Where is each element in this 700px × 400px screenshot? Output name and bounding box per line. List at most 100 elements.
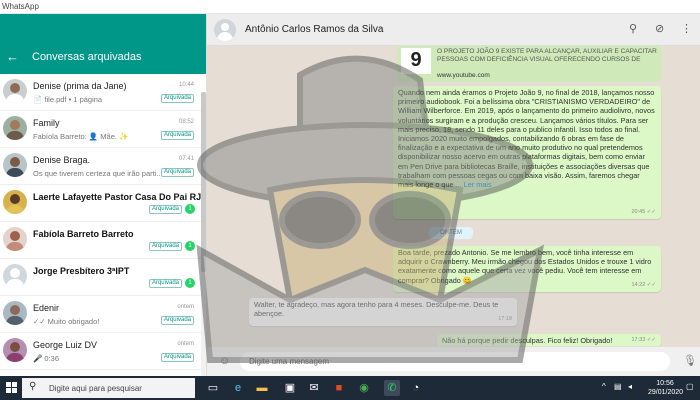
clock-date: 29/01/2020 xyxy=(648,389,684,396)
menu-dots-icon[interactable]: ⋮ xyxy=(681,22,692,35)
chat-item[interactable]: Denise (prima da Jane) 📄 file.pdf • 1 pá… xyxy=(0,74,206,111)
chat-name: Jorge Presbítero 3ªIPT xyxy=(33,266,130,276)
windows-taskbar: ⚲ Digite aqui para pesquisar ▭ e ▬ ▣ ✉ ■… xyxy=(0,376,700,400)
scrollbar-thumb[interactable] xyxy=(201,92,206,272)
message-time: 14:22 ✓✓ xyxy=(631,281,656,288)
chat-name: George Luiz DV xyxy=(33,340,98,350)
emoji-icon[interactable]: ☺ xyxy=(219,355,230,367)
search-icon[interactable]: ⚲ xyxy=(629,22,637,35)
edge-icon[interactable]: e xyxy=(230,380,246,396)
archived-badge: Arquivada xyxy=(160,168,194,177)
unread-count-badge: 1 xyxy=(185,241,195,251)
avatar xyxy=(3,79,27,103)
chat-name: Denise Braga. xyxy=(33,155,91,165)
chat-item[interactable]: Family Fabíola Barreto: 👤 Mãe. ✨ 08:52 A… xyxy=(0,111,206,148)
avatar xyxy=(3,153,27,177)
clock-app-icon[interactable]: ◔ xyxy=(408,380,424,396)
whatsapp-icon[interactable]: ✆ xyxy=(384,380,400,396)
message-bubble-outgoing[interactable]: Não há porque pedir desculpas. Fico feli… xyxy=(437,334,661,346)
chat-preview: Os que tiverem certeza que irão parti... xyxy=(33,169,163,178)
archived-badge: Arquivada xyxy=(148,205,182,214)
sidebar-title: Conversas arquivadas xyxy=(32,51,142,63)
avatar xyxy=(3,338,27,362)
message-composer: ☺ 🎙 xyxy=(207,347,700,376)
network-icon[interactable]: ▤ xyxy=(614,382,622,391)
chat-name: Edenir xyxy=(33,303,60,313)
taskbar-search[interactable]: ⚲ Digite aqui para pesquisar xyxy=(22,378,195,398)
avatar xyxy=(3,116,27,140)
message-text: Walter, te agradeço, mas agora tenho par… xyxy=(254,300,499,319)
message-time: 17:18 xyxy=(498,315,512,322)
sidebar-scrollbar[interactable] xyxy=(201,92,206,376)
message-list: 9 O PROJETO JOÃO 9 EXISTE PARA ALCANÇAR,… xyxy=(207,46,700,346)
chat-item[interactable]: George Luiz DV 🎤 0:36 ontem Arquivada xyxy=(0,333,206,370)
message-text: Boa tarde, prezado Antonio. Se me lembro… xyxy=(398,248,652,285)
archived-badge: Arquivada xyxy=(148,279,182,288)
link-thumbnail: 9 xyxy=(401,48,431,74)
contact-avatar[interactable] xyxy=(214,19,236,41)
chat-time: ontem xyxy=(177,341,194,347)
chat-name: Denise (prima da Jane) xyxy=(33,81,127,91)
task-view-icon[interactable]: ▭ xyxy=(205,380,221,396)
unread-count-badge: 1 xyxy=(185,204,195,214)
back-arrow-icon[interactable]: ← xyxy=(6,49,19,64)
message-text: Quando nem ainda éramos o Projeto João 9… xyxy=(398,88,655,190)
archived-badge: Arquivada xyxy=(160,94,194,103)
chat-name: Family xyxy=(33,118,60,128)
file-explorer-icon[interactable]: ▬ xyxy=(254,380,270,396)
mail-icon[interactable]: ✉ xyxy=(306,380,322,396)
message-bubble-outgoing[interactable]: Boa tarde, prezado Antonio. Se me lembro… xyxy=(393,246,661,292)
chat-name: Laerte Lafayette Pastor Casa Do Pai RJ xyxy=(33,192,202,202)
contact-name[interactable]: Antônio Carlos Ramos da Silva xyxy=(245,24,383,35)
link-description: O PROJETO JOÃO 9 EXISTE PARA ALCANÇAR, A… xyxy=(437,48,657,63)
unread-count-badge: 1 xyxy=(185,278,195,288)
sidebar-header: ← Conversas arquivadas xyxy=(0,14,206,74)
avatar xyxy=(3,227,27,251)
avatar xyxy=(3,301,27,325)
office-icon[interactable]: ■ xyxy=(331,380,347,396)
link-url: www.youtube.com xyxy=(437,72,490,79)
microphone-icon[interactable]: 🎙 xyxy=(683,354,697,367)
chat-preview: Fabíola Barreto: 👤 Mãe. ✨ xyxy=(33,132,129,141)
message-input[interactable] xyxy=(240,352,670,371)
archived-badge: Arquivada xyxy=(148,242,182,251)
notifications-icon[interactable]: ▢ xyxy=(686,382,694,391)
avatar xyxy=(3,190,27,214)
chat-preview: 📄 file.pdf • 1 página xyxy=(33,95,103,104)
archived-badge: Arquivada xyxy=(160,131,194,140)
message-bubble-incoming[interactable]: Walter, te agradeço, mas agora tenho par… xyxy=(249,298,517,326)
paperclip-icon[interactable]: ⊘ xyxy=(655,22,664,35)
chat-item[interactable]: Denise Braga. Os que tiverem certeza que… xyxy=(0,148,206,185)
volume-icon[interactable]: ◂ xyxy=(628,382,632,391)
avatar xyxy=(3,264,27,288)
message-bubble-outgoing[interactable]: Quando nem ainda éramos o Projeto João 9… xyxy=(393,86,661,219)
clock-time: 10:56 xyxy=(656,380,674,387)
archived-badge: Arquivada xyxy=(160,316,194,325)
chat-time: 07:41 xyxy=(178,156,194,162)
search-icon: ⚲ xyxy=(29,381,37,392)
chat-item[interactable]: Laerte Lafayette Pastor Casa Do Pai RJ A… xyxy=(0,185,206,222)
chat-item[interactable]: Fabíola Barreto Barreto Arquivada 1 xyxy=(0,222,206,259)
archived-badge: Arquivada xyxy=(160,353,194,362)
taskbar-search-placeholder: Digite aqui para pesquisar xyxy=(49,384,142,393)
read-more-link[interactable]: ... Ler mais xyxy=(456,180,492,189)
chat-item[interactable]: Edenir ✓✓ Muito obrigado! ontem Arquivad… xyxy=(0,296,206,333)
chat-preview: 🎤 0:36 xyxy=(33,354,60,363)
windows-start-icon[interactable] xyxy=(6,382,18,394)
chat-time: 10:44 xyxy=(178,82,194,88)
system-clock[interactable]: 10:56 29/01/2020 xyxy=(648,379,684,397)
store-icon[interactable]: ▣ xyxy=(282,380,298,396)
chat-time: 08:52 xyxy=(178,119,194,125)
archived-sidebar: ← Conversas arquivadas Denise (prima da … xyxy=(0,14,207,376)
chat-item[interactable]: Jorge Presbítero 3ªIPT Arquivada 1 xyxy=(0,259,206,296)
chrome-icon[interactable]: ◉ xyxy=(356,380,372,396)
chat-time: ontem xyxy=(177,304,194,310)
chat-name: Fabíola Barreto Barreto xyxy=(33,229,134,239)
window-title: WhatsApp xyxy=(0,0,700,14)
conversation-header: Antônio Carlos Ramos da Silva ⚲ ⊘ ⋮ xyxy=(207,14,700,46)
link-preview[interactable]: 9 O PROJETO JOÃO 9 EXISTE PARA ALCANÇAR,… xyxy=(397,46,661,82)
message-text: Não há porque pedir desculpas. Fico feli… xyxy=(442,336,613,345)
conversation-panel: Antônio Carlos Ramos da Silva ⚲ ⊘ ⋮ 9 O … xyxy=(207,14,700,376)
date-divider: ONTEM xyxy=(429,227,473,239)
tray-expand-icon[interactable]: ^ xyxy=(602,382,606,391)
